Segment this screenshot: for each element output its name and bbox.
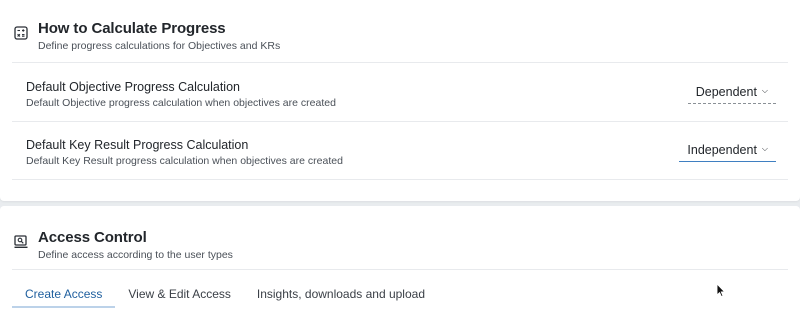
tab-insights-downloads-upload[interactable]: Insights, downloads and upload xyxy=(244,283,438,307)
access-tabs: Create Access View & Edit Access Insight… xyxy=(12,283,438,308)
objective-progress-title: Default Objective Progress Calculation xyxy=(26,80,240,94)
access-control-card: Access Control Define access according t… xyxy=(0,206,800,309)
mouse-cursor-icon xyxy=(716,282,726,298)
access-section-text: Access Control Define access according t… xyxy=(38,229,233,262)
access-control-icon xyxy=(14,235,28,249)
key-result-progress-select-value: Independent xyxy=(687,143,757,157)
tab-view-edit-access[interactable]: View & Edit Access xyxy=(115,283,244,307)
key-result-progress-row: Default Key Result Progress Calculation … xyxy=(26,137,776,168)
divider xyxy=(12,179,788,180)
key-result-progress-title: Default Key Result Progress Calculation xyxy=(26,138,249,152)
progress-section-text: How to Calculate Progress Define progres… xyxy=(38,20,280,53)
calculator-icon xyxy=(14,26,28,40)
progress-calculation-card: How to Calculate Progress Define progres… xyxy=(0,0,800,201)
objective-progress-description: Default Objective progress calculation w… xyxy=(26,97,336,109)
key-result-progress-select[interactable]: Independent ⌵ xyxy=(679,143,776,162)
divider xyxy=(12,269,788,270)
objective-progress-select[interactable]: Dependent ⌵ xyxy=(687,85,776,104)
progress-section-header: How to Calculate Progress Define progres… xyxy=(14,20,280,53)
chevron-down-icon: ⌵ xyxy=(761,144,768,153)
chevron-down-icon: ⌵ xyxy=(761,86,768,95)
access-section-subtitle: Define access according to the user type… xyxy=(38,249,233,261)
key-result-progress-description: Default Key Result progress calculation … xyxy=(26,155,343,167)
progress-section-title: How to Calculate Progress xyxy=(38,20,226,37)
access-section-header: Access Control Define access according t… xyxy=(14,229,233,262)
access-section-title: Access Control xyxy=(38,229,147,246)
divider xyxy=(12,62,788,63)
tab-create-access[interactable]: Create Access xyxy=(12,283,116,308)
objective-progress-row: Default Objective Progress Calculation D… xyxy=(26,79,776,110)
progress-section-subtitle: Define progress calculations for Objecti… xyxy=(38,40,281,52)
objective-progress-select-value: Dependent xyxy=(695,85,757,99)
divider xyxy=(12,121,788,122)
